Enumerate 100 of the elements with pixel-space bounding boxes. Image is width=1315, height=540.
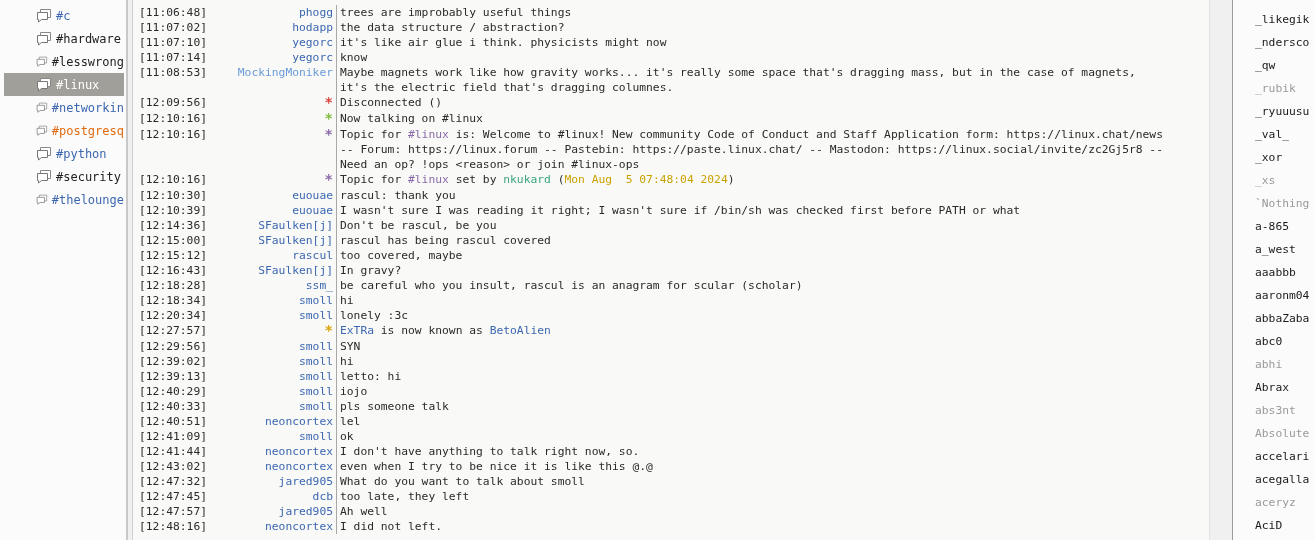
nickname: MockingMoniker: [237, 66, 333, 79]
timestamp: [12:29:56]: [139, 339, 208, 354]
user-item[interactable]: abbaZaba: [1233, 311, 1315, 334]
channel-item[interactable]: #c: [4, 4, 124, 27]
channel-name: #postgresq: [51, 123, 124, 138]
timestamp: [11:07:14]: [139, 50, 208, 65]
nickname: dcb: [312, 490, 333, 503]
chat-bubble-icon: [36, 192, 48, 207]
timestamp: [12:14:36]: [139, 218, 208, 233]
chat-bubble-icon: [36, 54, 48, 69]
channel-item[interactable]: #security: [4, 165, 124, 188]
channel-name: #security: [56, 169, 122, 184]
nickname: euouae: [292, 204, 333, 217]
timestamp: [12:10:16]: [139, 127, 208, 143]
nickname: SFaulken[j]: [258, 264, 333, 277]
timestamp: [12:47:57]: [139, 504, 208, 519]
user-item[interactable]: AciD: [1233, 518, 1315, 540]
channel-item[interactable]: #thelounge: [4, 188, 124, 211]
user-item[interactable]: _val_: [1233, 127, 1315, 150]
nickname: jared905: [278, 505, 333, 518]
chat-bubble-icon: [36, 77, 52, 92]
timestamp: [12:18:34]: [139, 293, 208, 308]
nickname: euouae: [292, 189, 333, 202]
user-item[interactable]: _likegik: [1233, 12, 1315, 35]
timestamp: [12:15:12]: [139, 248, 208, 263]
channel-name: #hardware: [56, 31, 122, 46]
chat-bubble-icon: [36, 146, 52, 161]
nickname: neoncortex: [265, 445, 333, 458]
user-item[interactable]: _ryuuusu: [1233, 104, 1315, 127]
chat-bubble-icon: [36, 31, 52, 46]
timestamp: [12:40:33]: [139, 399, 208, 414]
nickname: hodapp: [292, 21, 333, 34]
user-item[interactable]: abc0: [1233, 334, 1315, 357]
timestamp: [11:07:02]: [139, 20, 208, 35]
user-item[interactable]: acegalla: [1233, 472, 1315, 495]
user-item[interactable]: a_west: [1233, 242, 1315, 265]
user-item[interactable]: _ndersco: [1233, 35, 1315, 58]
chat-bubble-icon: [36, 123, 48, 138]
chat-bubble-icon: [36, 100, 48, 115]
timestamp: [12:40:29]: [139, 384, 208, 399]
user-item[interactable]: _qw: [1233, 58, 1315, 81]
nickname: neoncortex: [265, 460, 333, 473]
timestamp: [12:43:02]: [139, 459, 208, 474]
channel-name: #linux: [56, 77, 100, 92]
timestamp: [12:16:43]: [139, 263, 208, 278]
nickname: smoll: [299, 309, 333, 322]
nickname: smoll: [299, 400, 333, 413]
nickname: smoll: [299, 370, 333, 383]
channel-item[interactable]: #hardware: [4, 27, 124, 50]
timestamp: [12:47:32]: [139, 474, 208, 489]
user-item[interactable]: Abrax: [1233, 380, 1315, 403]
channel-name: #lesswrong: [51, 54, 124, 69]
nickname: phogg: [299, 6, 333, 19]
timestamp: [12:10:16]: [139, 111, 208, 127]
timestamp: [12:10:30]: [139, 188, 208, 203]
timestamp: [12:27:57]: [139, 323, 208, 339]
chat-bubble-icon: [36, 8, 52, 23]
user-item[interactable]: a-865: [1233, 219, 1315, 242]
event-marker: *: [324, 322, 333, 338]
channel-name: #networkin: [51, 100, 124, 115]
timestamp: [12:40:51]: [139, 414, 208, 429]
nickname: SFaulken[j]: [258, 219, 333, 232]
timestamp: [12:10:16]: [139, 172, 208, 188]
user-item[interactable]: aaabbb: [1233, 265, 1315, 288]
nickname: neoncortex: [265, 520, 333, 533]
chat-bubble-icon: [36, 169, 52, 184]
nickname: SFaulken[j]: [258, 234, 333, 247]
user-item[interactable]: aaronm04: [1233, 288, 1315, 311]
event-marker: *: [324, 110, 333, 126]
timestamp: [12:18:28]: [139, 278, 208, 293]
nickname: smoll: [299, 430, 333, 443]
nickname: smoll: [299, 294, 333, 307]
channel-item[interactable]: #networkin: [4, 96, 124, 119]
channel-item[interactable]: #lesswrong: [4, 50, 124, 73]
timestamp: [12:20:34]: [139, 308, 208, 323]
timestamp: [11:06:48]: [139, 5, 208, 20]
user-item[interactable]: _xor: [1233, 150, 1315, 173]
nickname: rascul: [292, 249, 333, 262]
timestamp: [12:15:00]: [139, 233, 208, 248]
nickname: jared905: [278, 475, 333, 488]
channel-item[interactable]: #python: [4, 142, 124, 165]
channel-name: #thelounge: [51, 192, 124, 207]
event-marker: *: [324, 171, 333, 187]
nickname: yegorc: [292, 51, 333, 64]
timestamp: [12:41:09]: [139, 429, 208, 444]
nickname: smoll: [299, 340, 333, 353]
event-marker: *: [324, 126, 333, 142]
channel-name: #python: [56, 146, 107, 161]
timestamp: [11:08:53]: [139, 65, 208, 81]
user-item[interactable]: accelari: [1233, 449, 1315, 472]
nickname: yegorc: [292, 36, 333, 49]
nickname: neoncortex: [265, 415, 333, 428]
timestamp: [12:39:02]: [139, 354, 208, 369]
nickname: smoll: [299, 355, 333, 368]
event-marker: *: [324, 94, 333, 110]
timestamp: [12:39:13]: [139, 369, 208, 384]
channel-name: #c: [56, 8, 71, 23]
timestamp: [12:47:45]: [139, 489, 208, 504]
timestamp: [12:09:56]: [139, 95, 208, 111]
timestamp: [11:07:10]: [139, 35, 208, 50]
